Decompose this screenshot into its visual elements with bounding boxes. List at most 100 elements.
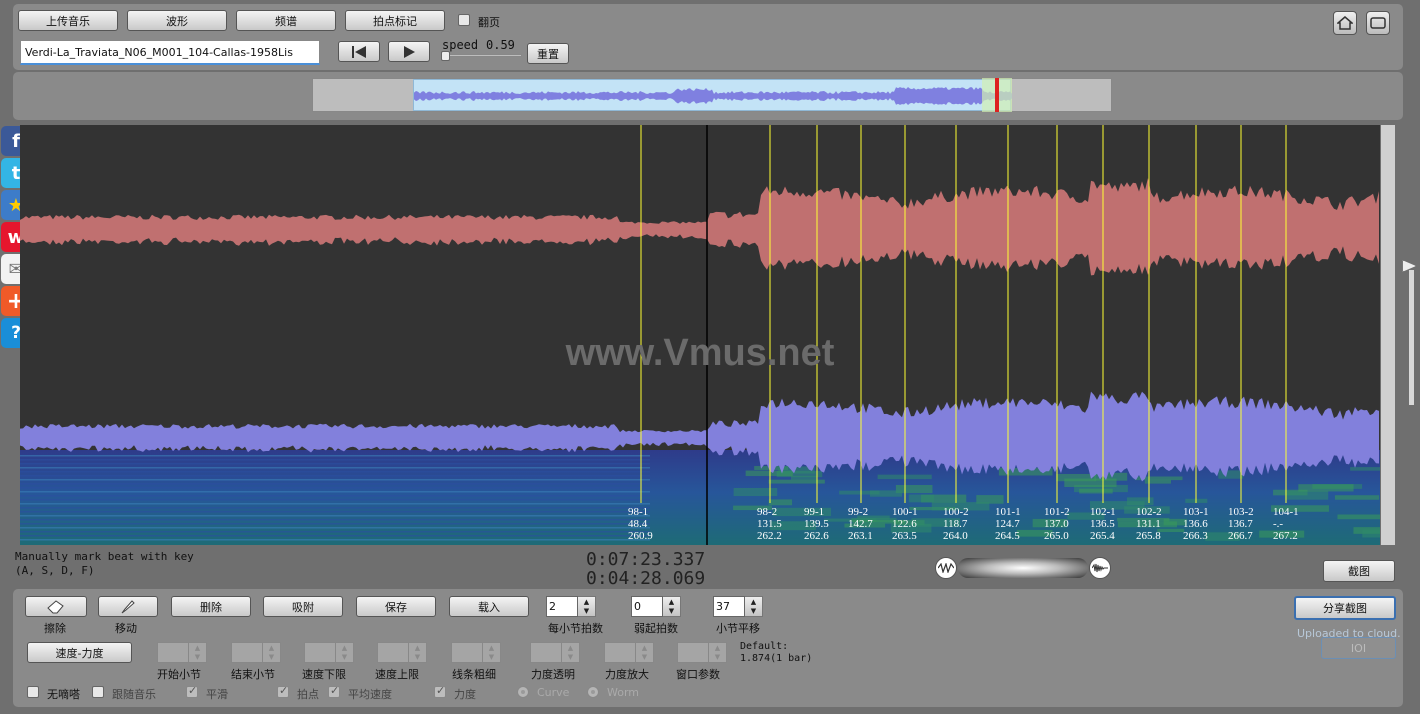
default-line-1: Default: (740, 641, 789, 652)
beats-per-bar-value[interactable]: 2 (546, 596, 578, 617)
reset-button[interactable]: 重置 (527, 43, 569, 64)
dyn-alpha-value[interactable] (530, 642, 562, 663)
pickup-value[interactable]: 0 (631, 596, 663, 617)
play-icon (404, 45, 415, 58)
skip-back-icon (352, 45, 366, 58)
tempo-max-stepper[interactable]: ▲ ▼ (377, 642, 427, 663)
dynamics-label: 力度 (454, 688, 476, 701)
tempo-max-value[interactable] (377, 642, 409, 663)
pickup-stepper[interactable]: 0 ▲ ▼ (631, 596, 681, 617)
beat-marker-time: 264.0 (943, 530, 968, 542)
vertical-zoom-slider[interactable] (1409, 270, 1414, 405)
waveform-zoom-out-icon[interactable] (935, 557, 957, 579)
beat-marker-time: 266.3 (1183, 530, 1208, 542)
ioi-button[interactable]: IOI (1321, 637, 1396, 659)
dyn-zoom-stepper[interactable]: ▲ ▼ (604, 642, 654, 663)
start-bar-arrows[interactable]: ▲ ▼ (189, 642, 207, 663)
tempo-dynamics-button[interactable]: 速度-力度 (27, 642, 132, 663)
main-canvas[interactable]: www.Vmus.net 98-148.4260.9 98-2131.5262.2… (20, 125, 1380, 545)
speed-slider[interactable] (442, 54, 522, 57)
upload-music-button[interactable]: 上传音乐 (18, 10, 118, 31)
delete-button[interactable]: 删除 (171, 596, 251, 617)
end-bar-arrows[interactable]: ▲ ▼ (263, 642, 281, 663)
beat-marker-label: 101-2 (1044, 506, 1070, 518)
follow-music-checkbox[interactable] (92, 686, 104, 698)
play-button[interactable] (388, 41, 430, 62)
avg-speed-checkbox[interactable] (328, 684, 340, 698)
waveform-button[interactable]: 波形 (127, 10, 227, 31)
dyn-zoom-value[interactable] (604, 642, 636, 663)
beat-marker-tempo: 136.7 (1228, 518, 1253, 530)
page-flip-checkbox[interactable] (458, 14, 470, 26)
speed-label: speed (442, 38, 479, 52)
save-button[interactable]: 保存 (356, 596, 436, 617)
snap-button[interactable]: 吸附 (263, 596, 343, 617)
tempo-max-arrows[interactable]: ▲ ▼ (409, 642, 427, 663)
dyn-alpha-stepper[interactable]: ▲ ▼ (530, 642, 580, 663)
speed-slider-thumb[interactable] (441, 51, 450, 61)
beats-per-bar-arrows[interactable]: ▲ ▼ (578, 596, 596, 617)
rewind-button[interactable] (338, 41, 380, 62)
pickup-arrows[interactable]: ▲ ▼ (663, 596, 681, 617)
tempo-min-value[interactable] (304, 642, 336, 663)
overview-selection[interactable] (413, 79, 1012, 111)
dyn-zoom-label: 力度放大 (605, 668, 649, 681)
window-param-stepper[interactable]: ▲ ▼ (677, 642, 727, 663)
tempo-min-arrows[interactable]: ▲ ▼ (336, 642, 354, 663)
dyn-zoom-arrows[interactable]: ▲ ▼ (636, 642, 654, 663)
beat-marker-time: 266.7 (1228, 530, 1253, 542)
beat-point-checkbox[interactable] (277, 684, 289, 698)
erase-button[interactable] (25, 596, 87, 617)
pickup-label: 弱起拍数 (634, 622, 678, 635)
share-screenshot-button[interactable]: 分享截图 (1294, 596, 1396, 620)
beat-marker-label: 99-1 (804, 506, 824, 518)
dynamics-checkbox[interactable] (434, 684, 446, 698)
dyn-alpha-arrows[interactable]: ▲ ▼ (562, 642, 580, 663)
beat-marker-tempo: 122.6 (892, 518, 917, 530)
filename-field[interactable]: Verdi-La_Traviata_N06_M001_104-Callas-19… (20, 40, 320, 65)
start-bar-value[interactable] (157, 642, 189, 663)
time-total: 0:07:23.337 (586, 549, 706, 570)
eraser-icon (47, 599, 64, 613)
line-width-value[interactable] (451, 642, 483, 663)
curve-radio[interactable] (517, 686, 529, 698)
beats-per-bar-stepper[interactable]: 2 ▲ ▼ (546, 596, 596, 617)
window-param-value[interactable] (677, 642, 709, 663)
no-tick-checkbox[interactable] (27, 686, 39, 698)
bar-shift-label: 小节平移 (716, 622, 760, 635)
end-bar-label: 结束小节 (231, 668, 275, 681)
move-button[interactable] (98, 596, 158, 617)
beats-per-bar-label: 每小节拍数 (548, 622, 603, 635)
end-bar-stepper[interactable]: ▲ ▼ (231, 642, 281, 663)
fullscreen-icon[interactable] (1366, 11, 1390, 35)
line-width-stepper[interactable]: ▲ ▼ (451, 642, 501, 663)
start-bar-label: 开始小节 (157, 668, 201, 681)
home-icon[interactable] (1333, 11, 1357, 35)
worm-radio[interactable] (587, 686, 599, 698)
canvas-scrollbar[interactable] (1381, 125, 1395, 545)
load-button[interactable]: 载入 (449, 596, 529, 617)
beat-marker-tempo: 124.7 (995, 518, 1020, 530)
beat-marker-tempo: -.- (1273, 518, 1283, 530)
beat-mark-button[interactable]: 拍点标记 (345, 10, 445, 31)
beat-marker-tempo: 136.5 (1090, 518, 1115, 530)
start-bar-stepper[interactable]: ▲ ▼ (157, 642, 207, 663)
hint-line-2: (A, S, D, F) (15, 564, 95, 577)
beat-marker-time: 262.6 (804, 530, 829, 542)
line-width-arrows[interactable]: ▲ ▼ (483, 642, 501, 663)
waveform-zoom-in-icon[interactable] (1089, 557, 1111, 579)
tempo-min-stepper[interactable]: ▲ ▼ (304, 642, 354, 663)
spectrum-button[interactable]: 频谱 (236, 10, 336, 31)
end-bar-value[interactable] (231, 642, 263, 663)
bar-shift-stepper[interactable]: 37 ▲ ▼ (713, 596, 763, 617)
beat-marker-label: 103-2 (1228, 506, 1254, 518)
erase-label: 擦除 (44, 622, 66, 635)
bar-shift-arrows[interactable]: ▲ ▼ (745, 596, 763, 617)
bar-shift-value[interactable]: 37 (713, 596, 745, 617)
screenshot-button[interactable]: 截图 (1323, 560, 1395, 582)
beat-marker-label: 98-1 (628, 506, 648, 518)
overview-waveform (414, 87, 1012, 105)
zoom-slider[interactable] (958, 558, 1088, 578)
window-param-arrows[interactable]: ▲ ▼ (709, 642, 727, 663)
smooth-checkbox[interactable] (186, 684, 198, 698)
